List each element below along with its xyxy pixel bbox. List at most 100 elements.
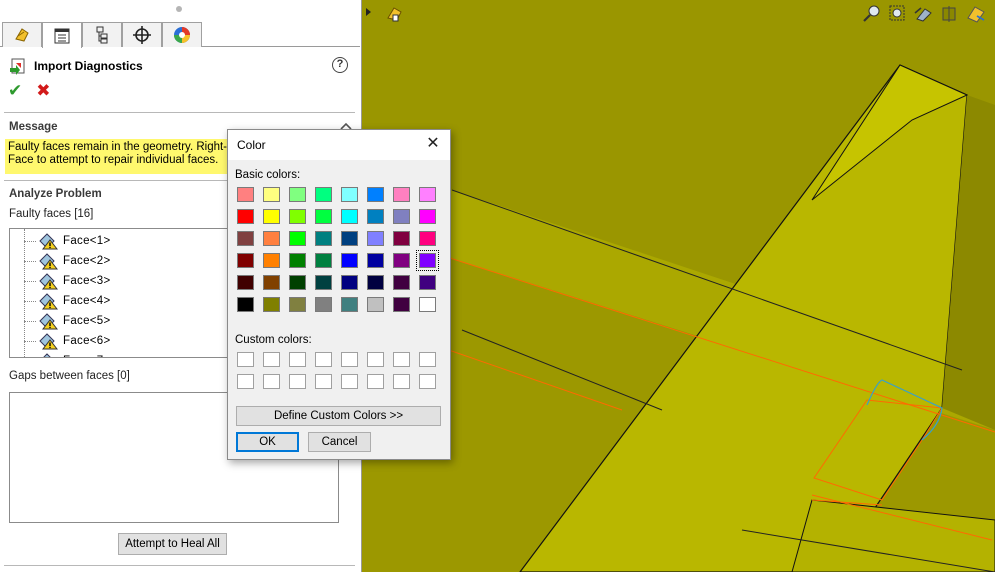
basic-color-swatch[interactable]	[341, 187, 358, 202]
basic-color-swatch[interactable]	[393, 209, 410, 224]
basic-color-swatch[interactable]	[289, 209, 306, 224]
attempt-heal-all-button[interactable]: Attempt to Heal All	[118, 533, 227, 555]
custom-color-swatch[interactable]	[289, 352, 306, 367]
face-list-item[interactable]: Face<7>	[24, 351, 111, 357]
basic-color-swatch[interactable]	[315, 253, 332, 268]
cancel-x-icon[interactable]: ✖	[36, 82, 50, 102]
close-icon[interactable]: ✕	[424, 135, 442, 153]
basic-color-swatch[interactable]	[237, 209, 254, 224]
custom-color-swatch[interactable]	[341, 374, 358, 389]
tab-feature-manager[interactable]	[2, 22, 42, 47]
custom-color-swatch[interactable]	[419, 374, 436, 389]
custom-color-swatch[interactable]	[393, 352, 410, 367]
basic-color-swatch[interactable]	[289, 275, 306, 290]
basic-color-swatch[interactable]	[419, 209, 436, 224]
tab-dimxpert-manager[interactable]	[122, 22, 162, 47]
property-list-icon	[54, 28, 70, 43]
face-list-item[interactable]: Face<5>	[24, 311, 111, 331]
graphics-viewport[interactable]	[362, 0, 995, 572]
face-list-item[interactable]: Face<1>	[24, 231, 111, 251]
basic-color-swatch[interactable]	[393, 297, 410, 312]
tab-property-manager[interactable]	[42, 22, 82, 48]
expand-tree-arrow-icon[interactable]	[366, 8, 371, 16]
custom-color-swatch[interactable]	[263, 352, 280, 367]
basic-color-swatch[interactable]	[341, 275, 358, 290]
basic-color-swatch[interactable]	[367, 297, 384, 312]
basic-color-swatch[interactable]	[315, 297, 332, 312]
basic-color-swatch[interactable]	[263, 297, 280, 312]
basic-color-swatch[interactable]	[419, 275, 436, 290]
help-icon[interactable]: ?	[332, 57, 348, 73]
basic-color-swatch[interactable]	[315, 209, 332, 224]
custom-color-swatch[interactable]	[237, 352, 254, 367]
analyze-section-heading[interactable]: Analyze Problem	[9, 188, 102, 200]
previous-view-icon[interactable]	[913, 4, 935, 24]
custom-color-swatch[interactable]	[419, 352, 436, 367]
message-section-heading[interactable]: Message	[9, 121, 58, 133]
basic-color-swatch[interactable]	[393, 231, 410, 246]
basic-color-swatch[interactable]	[393, 187, 410, 202]
define-custom-colors-button[interactable]: Define Custom Colors >>	[236, 406, 441, 426]
custom-color-swatch[interactable]	[367, 374, 384, 389]
custom-color-swatch[interactable]	[289, 374, 306, 389]
basic-color-swatch[interactable]	[315, 231, 332, 246]
model-scene[interactable]	[362, 0, 995, 572]
dialog-title: Color	[237, 138, 266, 152]
tab-display-manager[interactable]	[162, 22, 202, 47]
basic-color-swatch[interactable]	[367, 209, 384, 224]
face-list-item[interactable]: Face<4>	[24, 291, 111, 311]
basic-color-swatch[interactable]	[237, 187, 254, 202]
basic-color-swatch[interactable]	[263, 187, 280, 202]
basic-color-swatch[interactable]	[315, 275, 332, 290]
part-icon[interactable]	[385, 4, 405, 24]
basic-color-swatch[interactable]	[419, 231, 436, 246]
basic-color-swatch[interactable]	[289, 253, 306, 268]
panel-resize-grip[interactable]	[176, 6, 182, 12]
basic-color-swatch[interactable]	[341, 209, 358, 224]
basic-color-swatch[interactable]	[263, 253, 280, 268]
view-orientation-icon[interactable]	[965, 4, 987, 24]
basic-color-swatch[interactable]	[237, 253, 254, 268]
basic-color-swatch[interactable]	[289, 297, 306, 312]
basic-color-swatch[interactable]	[419, 187, 436, 202]
custom-color-swatch[interactable]	[315, 352, 332, 367]
dialog-titlebar[interactable]: Color ✕	[228, 130, 450, 160]
basic-color-swatch[interactable]	[237, 275, 254, 290]
basic-color-swatch[interactable]	[341, 297, 358, 312]
tab-configuration-manager[interactable]	[82, 22, 122, 47]
basic-color-swatch[interactable]	[367, 253, 384, 268]
basic-color-swatch[interactable]	[341, 253, 358, 268]
face-list-item[interactable]: Face<6>	[24, 331, 111, 351]
custom-color-swatch[interactable]	[237, 374, 254, 389]
ok-check-icon[interactable]: ✔	[8, 82, 22, 102]
basic-color-swatch[interactable]	[237, 231, 254, 246]
basic-color-swatch[interactable]	[315, 187, 332, 202]
basic-color-swatch[interactable]	[419, 297, 436, 312]
section-view-icon[interactable]	[939, 4, 961, 24]
tree-connector	[24, 280, 36, 282]
custom-color-swatch[interactable]	[367, 352, 384, 367]
basic-color-swatch[interactable]	[289, 231, 306, 246]
basic-color-swatch[interactable]	[367, 187, 384, 202]
face-list-item[interactable]: Face<2>	[24, 251, 111, 271]
custom-color-swatch[interactable]	[315, 374, 332, 389]
zoom-area-icon[interactable]	[887, 4, 909, 24]
basic-color-swatch[interactable]	[263, 275, 280, 290]
custom-color-swatch[interactable]	[393, 374, 410, 389]
custom-color-swatch[interactable]	[341, 352, 358, 367]
basic-color-swatch[interactable]	[289, 187, 306, 202]
cancel-button[interactable]: Cancel	[308, 432, 371, 452]
basic-color-swatch[interactable]	[393, 253, 410, 268]
basic-color-swatch[interactable]	[393, 275, 410, 290]
basic-color-swatch[interactable]	[237, 297, 254, 312]
ok-button[interactable]: OK	[236, 432, 299, 452]
face-list-item[interactable]: Face<3>	[24, 271, 111, 291]
custom-color-swatch[interactable]	[263, 374, 280, 389]
zoom-to-fit-icon[interactable]	[861, 4, 883, 24]
basic-color-swatch[interactable]	[416, 250, 439, 271]
basic-color-swatch[interactable]	[263, 231, 280, 246]
basic-color-swatch[interactable]	[263, 209, 280, 224]
basic-color-swatch[interactable]	[367, 275, 384, 290]
basic-color-swatch[interactable]	[341, 231, 358, 246]
basic-color-swatch[interactable]	[367, 231, 384, 246]
